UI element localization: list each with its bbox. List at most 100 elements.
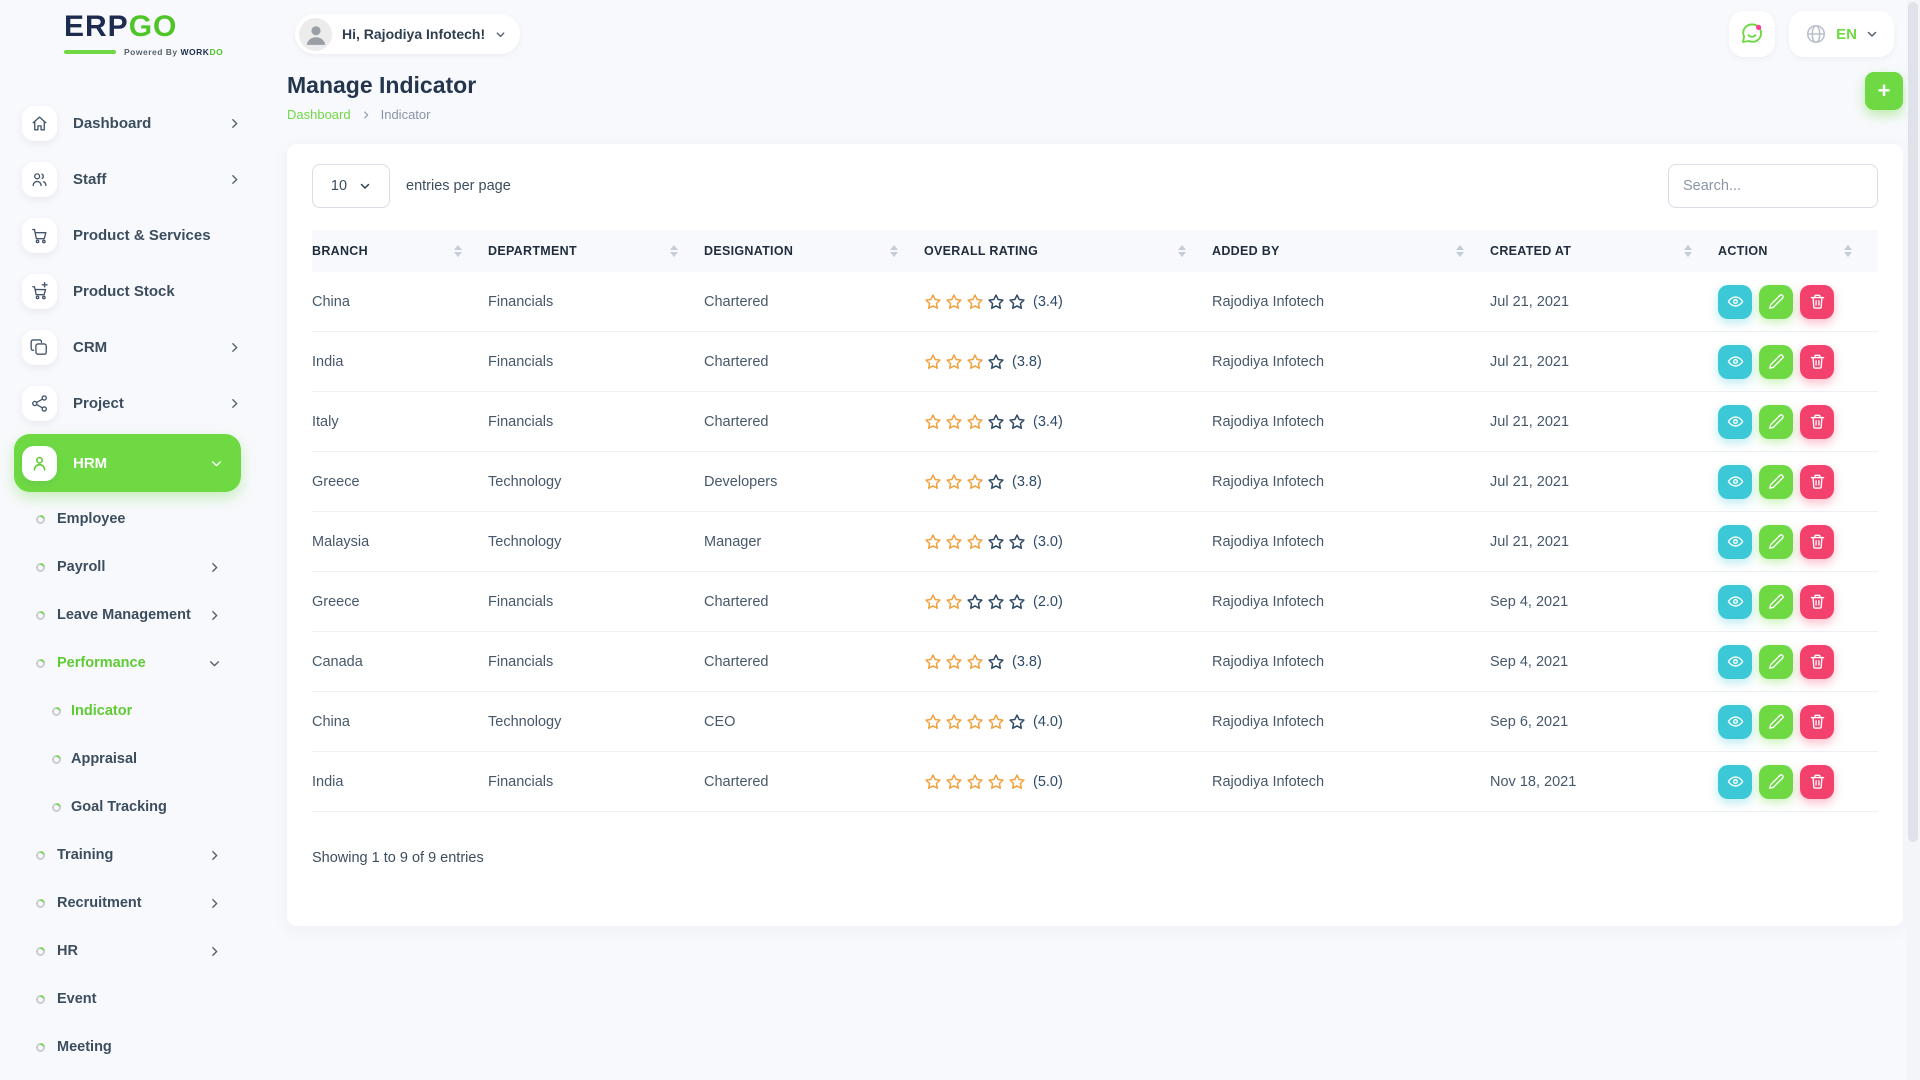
- created_at-cell: Jul 21, 2021: [1490, 294, 1718, 310]
- star-empty-icon: [987, 413, 1005, 431]
- sidebar-item-indicator[interactable]: Indicator: [0, 687, 265, 735]
- sidebar-item-performance[interactable]: Performance: [0, 639, 265, 687]
- view-button[interactable]: [1718, 765, 1752, 799]
- sidebar-item-label: Recruitment: [57, 895, 208, 911]
- view-button[interactable]: [1718, 585, 1752, 619]
- sidebar-item-hrm[interactable]: HRM: [14, 434, 241, 492]
- edit-button[interactable]: [1759, 765, 1793, 799]
- delete-button[interactable]: [1800, 525, 1834, 559]
- star-filled-icon: [966, 713, 984, 731]
- column-header-label: Department: [488, 244, 577, 258]
- sidebar-item-training[interactable]: Training: [0, 831, 265, 879]
- view-button[interactable]: [1718, 465, 1752, 499]
- page-scrollbar[interactable]: [1906, 0, 1920, 1080]
- breadcrumb-dashboard-link[interactable]: Dashboard: [287, 107, 351, 122]
- view-button[interactable]: [1718, 405, 1752, 439]
- sidebar-item-appraisal[interactable]: Appraisal: [0, 735, 265, 783]
- view-button[interactable]: [1718, 705, 1752, 739]
- sidebar-item-hr[interactable]: HR: [0, 927, 265, 975]
- language-code: EN: [1836, 26, 1857, 43]
- sidebar-item-recruitment[interactable]: Recruitment: [0, 879, 265, 927]
- sidebar-item-leave-management[interactable]: Leave Management: [0, 591, 265, 639]
- brand-wordmark: ERPGO: [64, 12, 223, 42]
- added_by-cell: Rajodiya Infotech: [1212, 774, 1490, 790]
- view-button[interactable]: [1718, 645, 1752, 679]
- star-filled-icon: [924, 353, 942, 371]
- edit-button[interactable]: [1759, 285, 1793, 319]
- table-row: CanadaFinancialsChartered(3.8)Rajodiya I…: [312, 632, 1878, 692]
- globe-icon: [1805, 23, 1827, 45]
- messenger-button[interactable]: [1729, 11, 1775, 57]
- entries-per-page-select[interactable]: 10: [312, 164, 390, 208]
- add-indicator-button[interactable]: +: [1865, 72, 1903, 110]
- star-empty-icon: [987, 473, 1005, 491]
- sidebar-item-label: Goal Tracking: [71, 799, 221, 815]
- indicator-table-card: 10 entries per page BranchDepartmentDesi…: [287, 144, 1903, 926]
- brand-underline: [64, 50, 116, 54]
- delete-button[interactable]: [1800, 765, 1834, 799]
- sidebar-item-meeting[interactable]: Meeting: [0, 1023, 265, 1071]
- view-button[interactable]: [1718, 525, 1752, 559]
- chevron-down-icon: [208, 657, 221, 670]
- branch-cell: Canada: [312, 654, 488, 670]
- sidebar-item-project[interactable]: Project: [0, 375, 265, 431]
- star-empty-icon: [1008, 713, 1026, 731]
- page-title: Manage Indicator: [287, 72, 476, 99]
- sidebar-item-label: CRM: [73, 339, 228, 356]
- sidebar-item-employee[interactable]: Employee: [0, 495, 265, 543]
- column-header-department[interactable]: Department: [488, 244, 704, 258]
- column-header-branch[interactable]: Branch: [312, 244, 488, 258]
- delete-button[interactable]: [1800, 405, 1834, 439]
- star-filled-icon: [924, 773, 942, 791]
- column-header-action[interactable]: Action: [1718, 244, 1878, 258]
- sidebar-item-label: Meeting: [57, 1039, 221, 1055]
- table-row: ChinaTechnologyCEO(4.0)Rajodiya Infotech…: [312, 692, 1878, 752]
- sidebar-item-event[interactable]: Event: [0, 975, 265, 1023]
- home-icon: [22, 106, 57, 141]
- edit-button[interactable]: [1759, 345, 1793, 379]
- edit-button[interactable]: [1759, 645, 1793, 679]
- table-row: ItalyFinancialsChartered(3.4)Rajodiya In…: [312, 392, 1878, 452]
- edit-button[interactable]: [1759, 465, 1793, 499]
- sidebar-item-label: Employee: [57, 511, 221, 527]
- sidebar-item-dashboard[interactable]: Dashboard: [0, 95, 265, 151]
- scrollbar-thumb[interactable]: [1908, 2, 1918, 842]
- designation-cell: Developers: [704, 474, 924, 490]
- edit-button[interactable]: [1759, 405, 1793, 439]
- branch-cell: Greece: [312, 594, 488, 610]
- column-header-overall-rating[interactable]: Overall Rating: [924, 244, 1212, 258]
- view-button[interactable]: [1718, 285, 1752, 319]
- brand-logo[interactable]: ERPGO Powered By WORKDO: [64, 12, 223, 57]
- department-cell: Financials: [488, 774, 704, 790]
- delete-button[interactable]: [1800, 345, 1834, 379]
- star-empty-icon: [966, 593, 984, 611]
- branch-cell: Italy: [312, 414, 488, 430]
- rating-value: (3.8): [1012, 474, 1042, 490]
- column-header-added-by[interactable]: Added By: [1212, 244, 1490, 258]
- sidebar-item-product-services[interactable]: Product & Services: [0, 207, 265, 263]
- edit-button[interactable]: [1759, 525, 1793, 559]
- sidebar-item-product-stock[interactable]: Product Stock: [0, 263, 265, 319]
- table-row: MalaysiaTechnologyManager(3.0)Rajodiya I…: [312, 512, 1878, 572]
- column-header-created-at[interactable]: Created At: [1490, 244, 1718, 258]
- action-cell: [1718, 405, 1878, 439]
- search-input[interactable]: [1668, 164, 1878, 208]
- star-filled-icon: [945, 413, 963, 431]
- delete-button[interactable]: [1800, 585, 1834, 619]
- column-header-designation[interactable]: Designation: [704, 244, 924, 258]
- sidebar-item-goal-tracking[interactable]: Goal Tracking: [0, 783, 265, 831]
- view-button[interactable]: [1718, 345, 1752, 379]
- action-cell: [1718, 645, 1878, 679]
- sidebar-item-payroll[interactable]: Payroll: [0, 543, 265, 591]
- language-selector[interactable]: EN: [1789, 11, 1894, 57]
- sidebar-item-staff[interactable]: Staff: [0, 151, 265, 207]
- sidebar-item-crm[interactable]: CRM: [0, 319, 265, 375]
- delete-button[interactable]: [1800, 705, 1834, 739]
- delete-button[interactable]: [1800, 465, 1834, 499]
- edit-button[interactable]: [1759, 585, 1793, 619]
- overall-rating-cell: (2.0): [924, 593, 1212, 611]
- delete-button[interactable]: [1800, 645, 1834, 679]
- edit-button[interactable]: [1759, 705, 1793, 739]
- user-menu[interactable]: Hi, Rajodiya Infotech!: [295, 14, 520, 54]
- delete-button[interactable]: [1800, 285, 1834, 319]
